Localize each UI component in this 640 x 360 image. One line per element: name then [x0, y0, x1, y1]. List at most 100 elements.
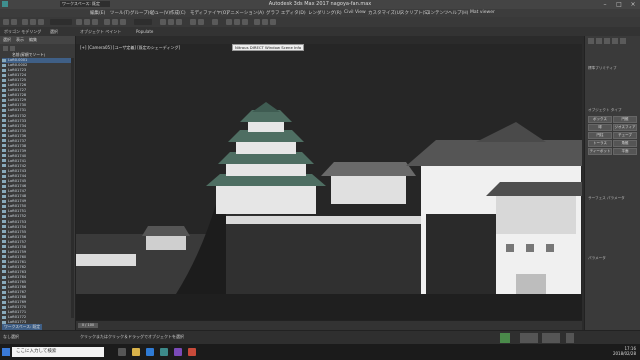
cone-button[interactable]: 円錐: [613, 116, 637, 123]
angle-snap-icon[interactable]: [168, 19, 174, 25]
menu-create[interactable]: 作成(C): [170, 10, 186, 16]
torus-button[interactable]: トーラス: [588, 140, 612, 147]
visibility-icon[interactable]: [2, 58, 6, 62]
app-icon-red[interactable]: [188, 348, 196, 356]
filter-icon[interactable]: [3, 46, 8, 51]
visibility-icon[interactable]: [2, 214, 6, 218]
visibility-icon[interactable]: [2, 149, 6, 153]
play-icon[interactable]: [566, 333, 574, 343]
menu-graph-editors[interactable]: グラフ エディタ(D): [266, 10, 306, 16]
redo-icon[interactable]: [11, 19, 17, 25]
viewport-label[interactable]: [+] [Camera05] [ユーザ定義] [既定のシェーディング]: [80, 45, 180, 51]
select-by-name-icon[interactable]: [84, 19, 90, 25]
menu-content[interactable]: コンテンツ: [426, 10, 449, 16]
visibility-icon[interactable]: [2, 235, 6, 239]
menu-edit[interactable]: 編集(E): [90, 10, 105, 16]
3dsmax-icon[interactable]: [160, 348, 168, 356]
menu-tools[interactable]: ツール(T): [110, 10, 130, 16]
visibility-icon[interactable]: [2, 220, 6, 223]
visibility-icon[interactable]: [2, 285, 6, 289]
visibility-icon[interactable]: [2, 114, 6, 118]
layer-icon[interactable]: [212, 19, 218, 25]
undo-icon[interactable]: [3, 19, 9, 25]
menu-rendering[interactable]: レンダリング(R): [308, 10, 342, 16]
link-icon[interactable]: [22, 19, 28, 25]
close-icon[interactable]: ×: [626, 0, 640, 9]
modify-tab-icon[interactable]: [596, 38, 602, 44]
material-editor-icon[interactable]: [242, 19, 248, 25]
visibility-icon[interactable]: [2, 295, 6, 299]
snap-icon[interactable]: [160, 19, 166, 25]
visibility-icon[interactable]: [2, 209, 6, 213]
visibility-icon[interactable]: [2, 315, 6, 319]
visibility-icon[interactable]: [2, 98, 6, 102]
box-button[interactable]: ボックス: [588, 116, 612, 123]
visibility-icon[interactable]: [2, 225, 6, 229]
visibility-icon[interactable]: [2, 300, 6, 304]
teapot-button[interactable]: ティーポット: [588, 148, 612, 155]
visibility-icon[interactable]: [2, 124, 6, 128]
visibility-icon[interactable]: [2, 108, 6, 112]
visibility-icon[interactable]: [2, 119, 6, 123]
visibility-icon[interactable]: [2, 260, 6, 264]
visibility-icon[interactable]: [2, 83, 6, 87]
app-icon-purple[interactable]: [174, 348, 182, 356]
explorer-tab-display[interactable]: 表示: [16, 37, 24, 43]
menu-modifiers[interactable]: モディファイヤ(O): [190, 10, 228, 16]
menu-view[interactable]: ビュー(V): [150, 10, 170, 16]
menu-civil-view[interactable]: Civil View: [344, 10, 366, 15]
mirror-icon[interactable]: [190, 19, 196, 25]
visibility-icon[interactable]: [2, 93, 6, 97]
menu-animation[interactable]: アニメーション(A): [226, 10, 264, 16]
ribbon-tab-modeling[interactable]: ポリゴン モデリング: [4, 29, 41, 35]
render-frame-icon[interactable]: [262, 19, 268, 25]
visibility-icon[interactable]: [2, 68, 6, 72]
visibility-icon[interactable]: [2, 78, 6, 82]
explorer-tab-edit[interactable]: 編集: [29, 37, 37, 43]
visibility-icon[interactable]: [2, 179, 6, 183]
visibility-icon[interactable]: [2, 245, 6, 249]
pyramid-button[interactable]: 角錐: [613, 140, 637, 147]
render-icon[interactable]: [270, 19, 276, 25]
visibility-icon[interactable]: [2, 144, 6, 148]
create-tab-icon[interactable]: [588, 38, 594, 44]
visibility-icon[interactable]: [2, 230, 6, 234]
curve-editor-icon[interactable]: [226, 19, 232, 25]
scale-icon[interactable]: [120, 19, 126, 25]
visibility-icon[interactable]: [2, 275, 6, 279]
percent-snap-icon[interactable]: [176, 19, 182, 25]
visibility-icon[interactable]: [2, 164, 6, 168]
visibility-icon[interactable]: [2, 199, 6, 203]
display-tab-icon[interactable]: [620, 38, 626, 44]
menu-customize[interactable]: カスタマイズ(U): [368, 10, 402, 16]
cylinder-button[interactable]: 円柱: [588, 132, 612, 139]
explorer-scrollbar[interactable]: [71, 58, 74, 318]
task-view-icon[interactable]: [118, 348, 126, 356]
auto-key-button[interactable]: [520, 333, 538, 343]
visibility-icon[interactable]: [2, 250, 6, 254]
unlink-icon[interactable]: [30, 19, 36, 25]
section-parameters[interactable]: パラメータ: [588, 256, 606, 261]
sphere-button[interactable]: 球: [588, 124, 612, 131]
visibility-icon[interactable]: [2, 154, 6, 158]
reference-coordinate-dropdown[interactable]: [134, 19, 152, 25]
schematic-view-icon[interactable]: [234, 19, 240, 25]
menu-mat-viewer[interactable]: Mat viewer: [470, 10, 495, 15]
maximize-icon[interactable]: □: [612, 0, 626, 9]
visibility-icon[interactable]: [2, 134, 6, 138]
render-setup-icon[interactable]: [254, 19, 260, 25]
visibility-icon[interactable]: [2, 305, 6, 309]
menu-scripting[interactable]: スクリプト(S): [400, 10, 429, 16]
time-slider[interactable]: 0 / 100: [78, 323, 98, 328]
visibility-icon[interactable]: [2, 310, 6, 314]
visibility-icon[interactable]: [2, 265, 6, 269]
visibility-icon[interactable]: [2, 63, 6, 67]
ribbon-tab-object-paint[interactable]: オブジェクト ペイント: [80, 29, 121, 35]
select-icon[interactable]: [76, 19, 82, 25]
ribbon-tab-selection[interactable]: 選択: [50, 29, 58, 35]
visibility-icon[interactable]: [2, 169, 6, 173]
add-key-icon[interactable]: [500, 333, 510, 343]
region-select-icon[interactable]: [92, 19, 98, 25]
plane-button[interactable]: 平面: [613, 148, 637, 155]
visibility-icon[interactable]: [2, 103, 6, 107]
